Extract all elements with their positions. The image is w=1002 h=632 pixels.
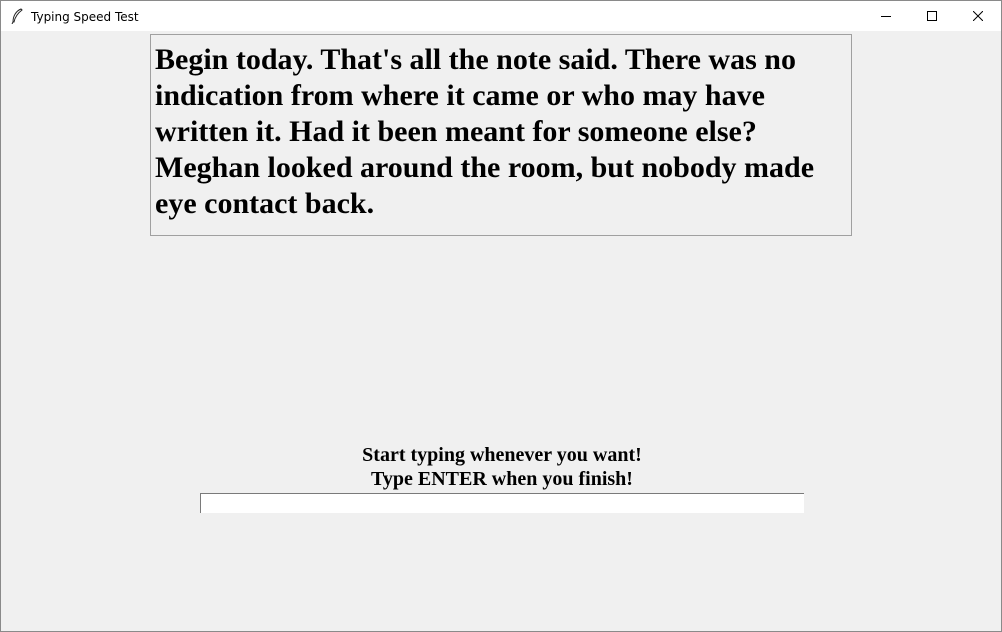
close-icon (973, 11, 983, 21)
feather-icon (10, 8, 24, 25)
minimize-button[interactable] (863, 1, 909, 31)
maximize-button[interactable] (909, 1, 955, 31)
sample-text: Begin today. That's all the note said. T… (155, 43, 815, 220)
window-title: Typing Speed Test (31, 10, 139, 24)
sample-text-box: Begin today. That's all the note said. T… (150, 34, 852, 236)
close-button[interactable] (955, 1, 1001, 31)
app-window: Typing Speed Test Begin today. That's al… (0, 0, 1002, 632)
title-bar[interactable]: Typing Speed Test (1, 1, 1001, 31)
maximize-icon (927, 11, 937, 21)
instruction-start: Start typing whenever you want! (362, 444, 642, 466)
instruction-enter: Type ENTER when you finish! (371, 468, 633, 490)
typing-input[interactable] (200, 493, 804, 513)
minimize-icon (881, 16, 891, 17)
